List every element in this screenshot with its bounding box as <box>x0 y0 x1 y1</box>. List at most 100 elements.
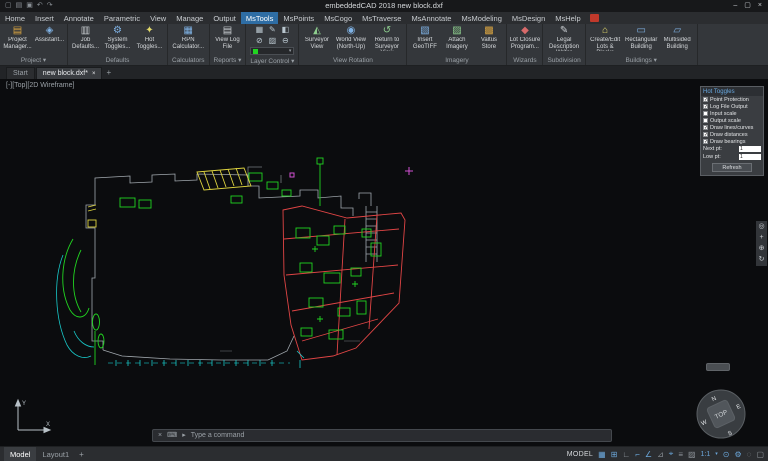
ortho-icon[interactable]: ⌐ <box>635 450 640 459</box>
group-label-project[interactable]: Project ▾ <box>2 56 65 65</box>
clean-screen-icon[interactable]: ▢ <box>756 450 764 459</box>
model-paper-toggle[interactable]: MODEL <box>567 451 593 458</box>
layer-properties-icon[interactable]: ▦ <box>253 25 266 36</box>
nav-wheel-icon[interactable]: ◎ <box>758 223 764 231</box>
draw-bearings-checkbox[interactable]: ✓ Draw bearings <box>701 138 763 145</box>
low-pt-input[interactable]: 1 <box>739 154 761 160</box>
tab-view[interactable]: View <box>145 12 171 24</box>
lineweight-icon[interactable]: ≡ <box>678 450 683 459</box>
ribbon-extra-icon[interactable] <box>590 14 599 22</box>
infer-constraints-icon[interactable]: ∟ <box>622 450 630 459</box>
close-button[interactable]: × <box>758 0 762 12</box>
annotation-scale[interactable]: 1:1 <box>701 451 711 458</box>
surveyor-view-button[interactable]: ◭ Surveyor View <box>301 25 332 56</box>
next-pt-input[interactable]: 1 <box>739 146 761 152</box>
tab-msdesign[interactable]: MsDesign <box>507 12 550 24</box>
view-log-file-button[interactable]: ▤ View Log File <box>212 25 243 56</box>
object-snap-icon[interactable]: ⌖ <box>669 449 674 459</box>
checkbox-icon: ✓ <box>703 132 708 137</box>
command-line[interactable]: × ⌨ ▸ Type a command <box>152 429 612 442</box>
refresh-button[interactable]: Refresh <box>712 163 752 172</box>
undo-icon[interactable]: ↶ <box>37 0 43 12</box>
isolate-objects-icon[interactable]: ◌ <box>747 450 752 459</box>
hot-toggles-palette-title[interactable]: Hot Toggles <box>701 87 763 96</box>
document-tab[interactable]: new block.dxf* × <box>36 67 103 79</box>
log-file-output-checkbox[interactable]: ✓ Log File Output <box>701 103 763 110</box>
layer-isolate-icon[interactable]: ▨ <box>266 36 279 47</box>
tab-insert[interactable]: Insert <box>30 12 59 24</box>
tab-mscogo[interactable]: MsCogo <box>319 12 357 24</box>
command-input[interactable]: Type a command <box>191 430 245 441</box>
rectangular-building-button[interactable]: ▭ Rectangular Building <box>624 25 659 56</box>
layer-edit-icon[interactable]: ✎ <box>266 25 279 36</box>
transparency-icon[interactable]: ▨ <box>688 450 696 459</box>
group-label-reports[interactable]: Reports ▾ <box>212 56 244 65</box>
collapsed-toolbar[interactable] <box>706 363 730 371</box>
project-manager-button[interactable]: ▤ Project Manager... <box>2 25 33 56</box>
layer-dropdown[interactable]: ▾ <box>250 47 294 55</box>
annotation-visibility-icon[interactable]: ⊙ <box>723 450 730 459</box>
tab-mshelp[interactable]: MsHelp <box>550 12 585 24</box>
draw-lines-curves-checkbox[interactable]: ✓ Draw lines/curves <box>701 124 763 131</box>
tab-msmodeling[interactable]: MsModeling <box>456 12 506 24</box>
world-view-button[interactable]: ◉ World View (North-Up) <box>333 25 368 56</box>
save-icon[interactable]: ▣ <box>26 0 33 12</box>
group-label-buildings[interactable]: Buildings ▾ <box>588 56 695 65</box>
output-scale-checkbox[interactable]: Output scale <box>701 117 763 124</box>
return-surveyor-view-button[interactable]: ↺ Return to Surveyor View <box>369 25 404 56</box>
viewport-controls-label[interactable]: [-][Top][2D Wireframe] <box>6 82 74 89</box>
keyboard-icon[interactable]: ⌨ <box>167 430 177 441</box>
legal-description-button[interactable]: ✎ Legal Description Writer <box>547 25 582 56</box>
layer-freeze-icon[interactable]: ◧ <box>279 25 292 36</box>
snap-icon[interactable]: ⊞ <box>611 450 618 459</box>
maximize-button[interactable]: ▢ <box>744 0 751 12</box>
hot-toggles-button[interactable]: ✦ Hot Toggles... <box>134 25 165 56</box>
layer-lock-icon[interactable]: ⊖ <box>279 36 292 47</box>
minimize-button[interactable]: – <box>733 0 737 12</box>
open-file-icon[interactable]: ▤ <box>16 0 23 12</box>
tab-mstraverse[interactable]: MsTraverse <box>357 12 406 24</box>
start-tab[interactable]: Start <box>6 67 35 79</box>
group-label-layer-control[interactable]: Layer Control ▾ <box>248 57 296 66</box>
drawing-canvas[interactable]: [-][Top][2D Wireframe] Hot Toggles ✓ Poi… <box>0 79 768 446</box>
tab-close-icon[interactable]: × <box>92 71 96 77</box>
new-layout-button[interactable]: + <box>75 450 88 459</box>
new-file-icon[interactable]: ▢ <box>5 0 12 12</box>
tab-mspoints[interactable]: MsPoints <box>278 12 319 24</box>
tab-manage[interactable]: Manage <box>171 12 208 24</box>
create-edit-lots-button[interactable]: ⌂ Create/Edit Lots & Blocks <box>588 25 623 56</box>
valtus-store-button[interactable]: ▩ Valtus Store <box>473 25 504 56</box>
job-defaults-button[interactable]: ▥ Job Defaults... <box>70 25 101 56</box>
zoom-icon[interactable]: ⊕ <box>759 245 765 253</box>
lot-closure-button[interactable]: ◆ Lot Closure Program... <box>509 25 540 56</box>
tab-mstools[interactable]: MsTools <box>241 12 279 24</box>
orbit-icon[interactable]: ↻ <box>759 256 765 264</box>
grid-icon[interactable]: ▦ <box>598 450 606 459</box>
tab-parametric[interactable]: Parametric <box>99 12 145 24</box>
new-tab-button[interactable]: + <box>106 67 111 79</box>
tab-home[interactable]: Home <box>0 12 30 24</box>
system-toggles-button[interactable]: ⚙ System Toggles... <box>102 25 133 56</box>
draw-distances-checkbox[interactable]: ✓ Draw distances <box>701 131 763 138</box>
point-protection-checkbox[interactable]: ✓ Point Protection <box>701 96 763 103</box>
multisided-building-button[interactable]: ▱ Multisided Building <box>660 25 695 56</box>
layer-off-icon[interactable]: ⊘ <box>253 36 266 47</box>
insert-geotiff-button[interactable]: ▧ Insert GeoTIFF <box>409 25 440 56</box>
polar-tracking-icon[interactable]: ∠ <box>645 450 652 459</box>
pan-icon[interactable]: + <box>759 234 763 242</box>
layout1-tab[interactable]: Layout1 <box>36 447 75 461</box>
workspace-gear-icon[interactable]: ⚙ <box>735 450 742 459</box>
tab-msannotate[interactable]: MsAnnotate <box>406 12 456 24</box>
chevron-down-icon[interactable]: ▾ <box>715 451 718 457</box>
isodraft-icon[interactable]: ⊿ <box>657 450 664 459</box>
redo-icon[interactable]: ↷ <box>47 0 53 12</box>
input-scale-checkbox[interactable]: Input scale <box>701 110 763 117</box>
tab-output[interactable]: Output <box>208 12 241 24</box>
tab-annotate[interactable]: Annotate <box>59 12 99 24</box>
model-space-tab[interactable]: Model <box>4 447 36 461</box>
command-close-icon[interactable]: × <box>158 430 162 441</box>
view-compass[interactable]: N E S W TOP <box>694 387 748 441</box>
assistant-button[interactable]: ◈ Assistant... <box>34 25 65 56</box>
rpn-calculator-button[interactable]: ▦ RPN Calculator... <box>173 25 204 56</box>
attach-imagery-button[interactable]: ▨ Attach Imagery <box>441 25 472 56</box>
